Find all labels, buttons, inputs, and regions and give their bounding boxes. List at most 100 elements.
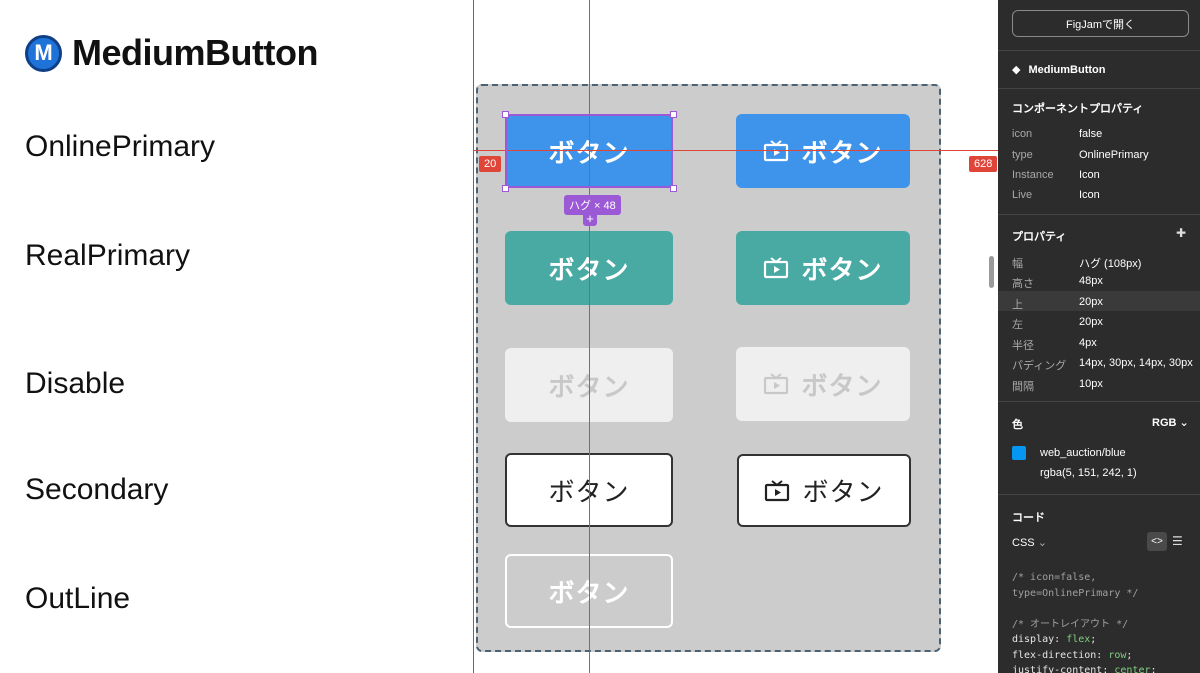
vertical-guide-line: [589, 0, 590, 673]
open-in-figjam-button[interactable]: FigJamで開く: [1012, 10, 1189, 37]
prop-key: type: [1012, 149, 1033, 161]
property-row[interactable]: 幅 ハグ (108px): [1012, 255, 1200, 271]
resize-handle-bottom-right[interactable]: [670, 185, 677, 192]
component-prop-row[interactable]: icon false: [1012, 128, 1200, 140]
divider: [998, 494, 1200, 495]
selection-outline[interactable]: [505, 114, 673, 188]
prop-value: Icon: [1079, 169, 1100, 181]
code-property: display: [1012, 634, 1055, 645]
tv-icon: [764, 373, 789, 395]
variant-label-real-primary: RealPrimary: [25, 239, 191, 272]
page-title: MediumButton: [72, 32, 318, 73]
button-online-primary-icon[interactable]: ボタン: [736, 114, 910, 188]
inspector-panel: FigJamで開く ◆ MediumButton コンポーネントプロパティ ic…: [998, 0, 1200, 673]
variant-label-online-primary: OnlinePrimary: [25, 130, 216, 163]
design-canvas[interactable]: ボタン ボタン ボタン ボタン ボタン ボタン ボタン ボタン ボタン ハグ ×…: [474, 0, 998, 673]
code-title: コード: [1012, 512, 1045, 524]
code-value: flex: [1066, 634, 1091, 645]
resize-handle-bottom-left[interactable]: [502, 185, 509, 192]
code-value: row: [1108, 649, 1127, 661]
prop-key: 上: [1012, 299, 1023, 311]
measure-right-badge: 628: [969, 156, 998, 172]
prop-value: 20px: [1079, 316, 1103, 328]
prop-value: 48px: [1079, 275, 1103, 287]
code-value: center: [1114, 665, 1151, 673]
code-view-icon[interactable]: <>: [1147, 532, 1167, 551]
code-language-label: CSS: [1012, 537, 1035, 549]
code-comment: /* オートレイアウト */: [1012, 618, 1129, 630]
property-row[interactable]: 上 20px: [1012, 296, 1200, 312]
component-name-label: MediumButton: [1028, 63, 1106, 76]
add-auto-layout-button[interactable]: +: [583, 212, 597, 226]
button-label: ボタン: [802, 478, 884, 508]
prop-key: パディング: [1012, 360, 1067, 372]
prop-value: 14px, 30px, 14px, 30px: [1079, 357, 1193, 369]
prop-key: 半径: [1012, 340, 1034, 352]
variant-label-outline: OutLine: [25, 582, 131, 615]
variant-label-disable: Disable: [25, 367, 126, 400]
resize-handle-top-left[interactable]: [502, 111, 509, 118]
button-disable-icon[interactable]: ボタン: [736, 347, 910, 421]
prop-key: 左: [1012, 319, 1023, 331]
code-block[interactable]: /* icon=false, type=OnlinePrimary */ /* …: [1012, 570, 1157, 673]
property-row[interactable]: パディング 14px, 30px, 14px, 30px: [1012, 357, 1200, 373]
divider: [998, 88, 1200, 89]
component-name[interactable]: ◆ MediumButton: [1012, 63, 1106, 77]
tv-icon: [764, 140, 789, 162]
code-property: flex-direction: [1012, 649, 1097, 661]
component-prop-row[interactable]: Live Icon: [1012, 189, 1200, 201]
property-row[interactable]: 間隔 10px: [1012, 378, 1200, 394]
code-property: justify-content: [1012, 665, 1103, 673]
divider: [998, 401, 1200, 402]
tv-icon: [764, 257, 789, 279]
prop-key: 間隔: [1012, 381, 1034, 393]
chevron-down-icon: ⌄: [1179, 417, 1189, 429]
prop-key: Live: [1012, 189, 1033, 201]
variant-labels-panel: M MediumButton OnlinePrimary RealPrimary…: [0, 0, 474, 673]
color-title: 色: [1012, 419, 1023, 431]
list-view-icon[interactable]: ☰: [1172, 534, 1183, 548]
property-row[interactable]: 左 20px: [1012, 316, 1200, 332]
prop-value: Icon: [1079, 189, 1100, 201]
component-prop-row[interactable]: Instance Icon: [1012, 169, 1200, 181]
color-style-name[interactable]: web_auction/blue: [1040, 447, 1126, 459]
color-mode-dropdown[interactable]: RGB ⌄: [1152, 416, 1189, 429]
prop-value: ハグ (108px): [1079, 258, 1142, 270]
prop-value: 20px: [1079, 296, 1103, 308]
brand-logo: M: [25, 34, 62, 72]
button-label: ボタン: [801, 138, 883, 169]
prop-key: Instance: [1012, 169, 1054, 181]
plugin-puzzle-icon[interactable]: ✚: [1176, 226, 1186, 240]
component-prop-row[interactable]: type OnlinePrimary: [1012, 149, 1200, 161]
component-diamond-icon: ◆: [1012, 64, 1021, 76]
divider: [998, 214, 1200, 215]
code-language-dropdown[interactable]: CSS ⌄: [1012, 536, 1047, 549]
properties-title: プロパティ: [1012, 231, 1067, 243]
property-row[interactable]: 半径 4px: [1012, 337, 1200, 353]
variant-label-secondary: Secondary: [25, 473, 169, 506]
prop-key: icon: [1012, 128, 1033, 140]
prop-key: 幅: [1012, 258, 1023, 270]
code-comment: type=OnlinePrimary */: [1012, 587, 1139, 599]
divider: [998, 50, 1200, 51]
property-row[interactable]: 高さ 48px: [1012, 275, 1200, 291]
resize-handle-top-right[interactable]: [670, 111, 677, 118]
prop-key: 高さ: [1012, 278, 1034, 290]
button-label: ボタン: [801, 255, 883, 286]
color-mode-label: RGB: [1152, 417, 1177, 429]
prop-value: 10px: [1079, 378, 1103, 390]
prop-value: false: [1079, 128, 1103, 140]
button-label: ボタン: [801, 371, 883, 402]
button-real-primary-icon[interactable]: ボタン: [736, 231, 910, 305]
color-swatch[interactable]: [1012, 446, 1026, 460]
component-properties-title: コンポーネントプロパティ: [1012, 103, 1144, 115]
button-secondary-icon[interactable]: ボタン: [737, 454, 911, 527]
color-value[interactable]: rgba(5, 151, 242, 1): [1040, 467, 1137, 479]
page-header: M MediumButton: [25, 32, 318, 74]
prop-value: 4px: [1079, 337, 1097, 349]
chevron-down-icon: ⌄: [1037, 537, 1047, 549]
measure-left-badge: 20: [479, 156, 502, 172]
prop-value: OnlinePrimary: [1079, 149, 1149, 161]
canvas-scrollbar[interactable]: [989, 256, 994, 288]
tv-icon: [765, 479, 790, 501]
